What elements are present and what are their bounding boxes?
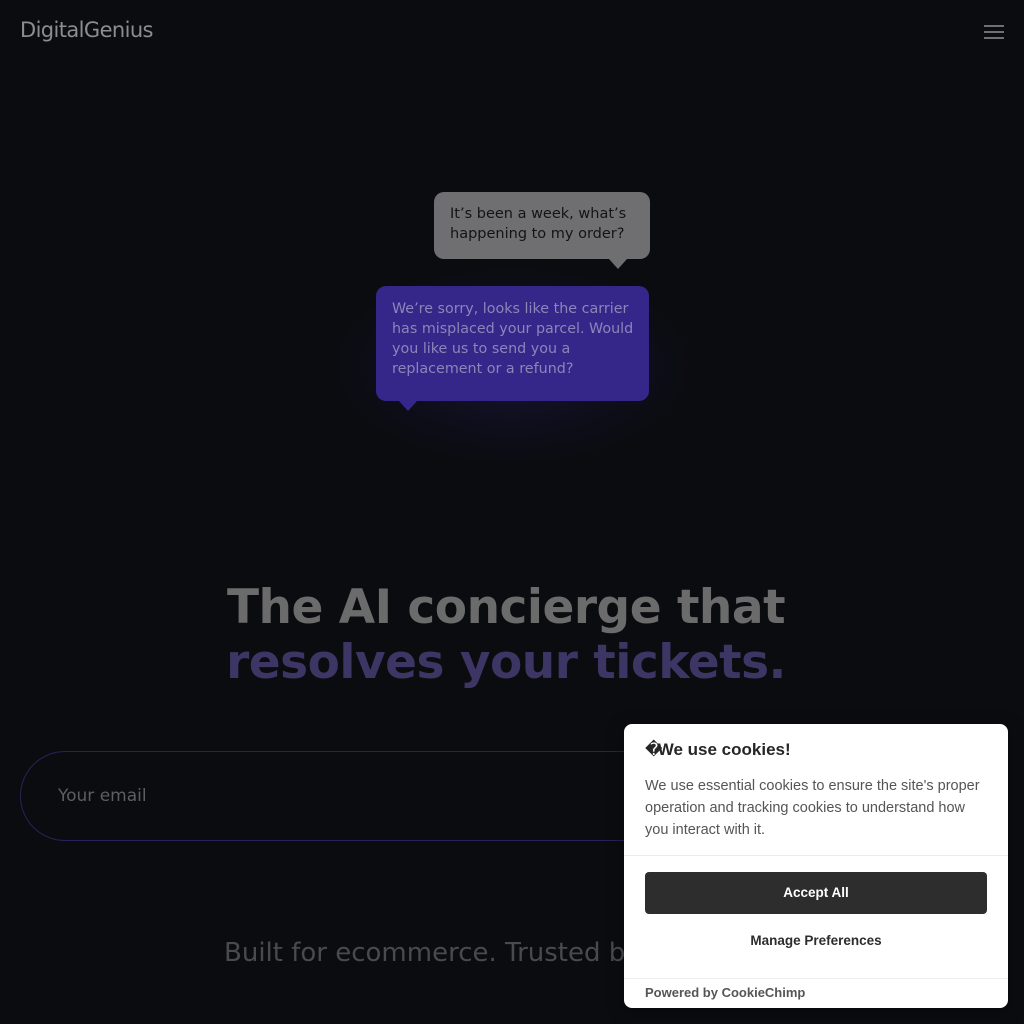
cookie-banner-body: We use essential cookies to ensure the s… [645,778,980,838]
customer-chat-bubble: It’s been a week, what’s happening to my… [434,192,650,269]
cookie-banner-title: � We use cookies! [645,740,791,760]
page: DigitalGenius It’s been a week, what’s h… [0,0,1024,1024]
agent-chat-bubble: We’re sorry, looks like the carrier has … [376,286,649,411]
hero-line-2: resolves your tickets. [226,635,786,690]
accept-all-button[interactable]: Accept All [645,872,987,914]
menu-line [984,31,1004,33]
divider [624,855,1008,856]
hero-line-1: The AI concierge that [226,580,786,635]
manage-preferences-button[interactable]: Manage Preferences [645,930,987,952]
cookie-banner: � We use cookies! We use essential cooki… [624,724,1008,1008]
cookie-title-text: We use cookies! [657,740,791,759]
divider [624,978,1008,979]
cookie-icon: � [645,740,663,759]
powered-by-cookiechimp[interactable]: Powered by CookieChimp [645,985,805,1000]
menu-line [984,37,1004,39]
menu-line [984,25,1004,27]
digitalgenius-logo[interactable]: DigitalGenius [20,18,154,42]
email-placeholder: Your email [58,786,147,806]
tagline: Built for ecommerce. Trusted by l [224,938,644,968]
hero-heading: The AI concierge that resolves your tick… [0,580,1012,690]
email-field[interactable]: Your email [20,751,720,841]
hamburger-menu-icon[interactable] [984,25,1004,39]
